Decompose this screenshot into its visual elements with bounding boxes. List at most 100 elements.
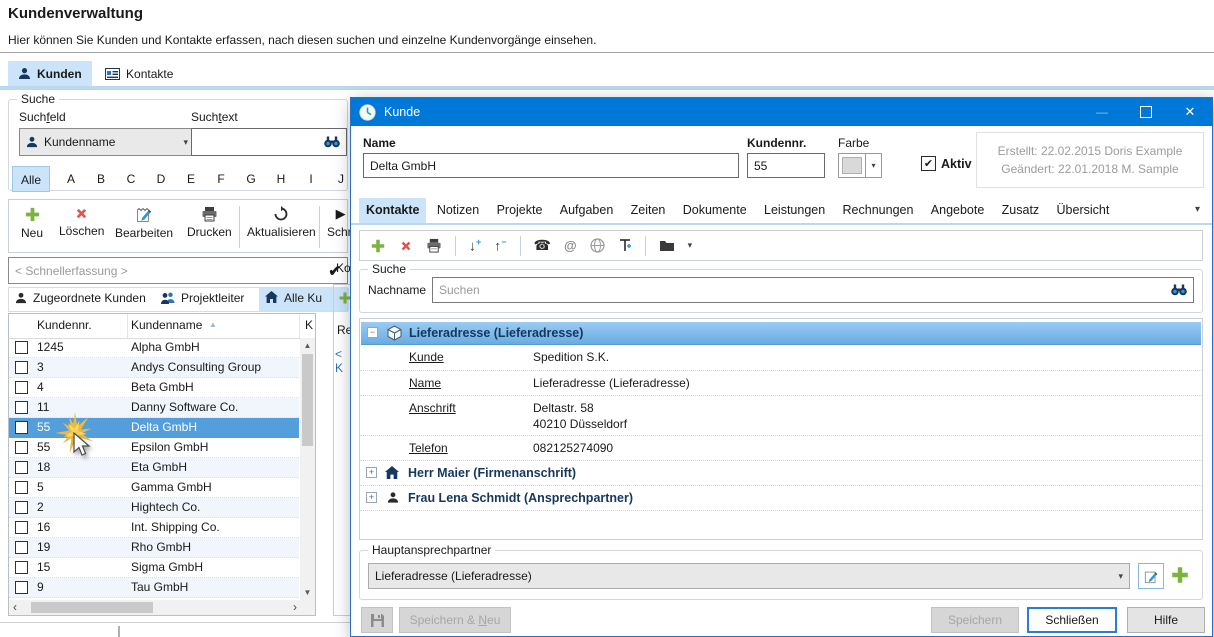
chevron-down-icon[interactable]: ▾: [865, 154, 881, 177]
detail-label-anschrift[interactable]: Anschrift: [409, 401, 456, 415]
column-kundenname[interactable]: Kundenname: [131, 318, 202, 332]
row-checkbox[interactable]: [15, 401, 28, 414]
aktiv-checkbox[interactable]: ✔: [921, 156, 936, 171]
tab-kontakte[interactable]: Kontakte: [359, 198, 426, 223]
save-and-new-button[interactable]: Speichern & Neu: [399, 607, 511, 633]
dialog-titlebar[interactable]: Kunde — ✕: [351, 98, 1212, 126]
binoculars-icon[interactable]: [1171, 284, 1187, 296]
scroll-right-arrow[interactable]: ›: [293, 600, 297, 614]
binoculars-icon[interactable]: [324, 136, 340, 148]
close-dialog-button[interactable]: Schließen: [1027, 607, 1117, 633]
row-checkbox[interactable]: [15, 541, 28, 554]
alpha-alle[interactable]: Alle: [12, 166, 50, 192]
print-icon[interactable]: [426, 238, 442, 253]
import-icon[interactable]: ↓+: [469, 237, 481, 254]
row-checkbox[interactable]: [15, 481, 28, 494]
maximize-button[interactable]: [1124, 98, 1168, 126]
main-contact-combo[interactable]: Lieferadresse (Lieferadresse) ▾: [368, 563, 1130, 589]
alpha-f[interactable]: F: [206, 166, 236, 192]
row-checkbox[interactable]: [15, 341, 28, 354]
name-input[interactable]: Delta GmbH: [363, 153, 739, 178]
row-checkbox[interactable]: [15, 521, 28, 534]
table-row[interactable]: 11Danny Software Co.: [9, 398, 299, 418]
alpha-h[interactable]: H: [266, 166, 296, 192]
scroll-down-arrow[interactable]: ▼: [300, 588, 315, 597]
table-row[interactable]: 15Sigma GmbH: [9, 558, 299, 578]
edit-button[interactable]: Bearbeiten: [115, 206, 173, 240]
tab-kunden[interactable]: Kunden: [8, 61, 92, 86]
detail-label-kunde[interactable]: Kunde: [409, 350, 444, 364]
minimize-button[interactable]: —: [1080, 98, 1124, 126]
row-checkbox[interactable]: [15, 461, 28, 474]
table-row[interactable]: 4Beta GmbH: [9, 378, 299, 398]
vertical-scrollbar[interactable]: ▲ ▼: [300, 338, 315, 600]
save-button[interactable]: Speichern: [931, 607, 1019, 633]
farbe-combo[interactable]: ▾: [838, 153, 882, 178]
search-field-combo[interactable]: Kundenname ▾: [19, 128, 195, 156]
save-icon-button[interactable]: [361, 607, 393, 633]
alpha-e[interactable]: E: [176, 166, 206, 192]
folder-icon[interactable]: [659, 239, 675, 252]
tab-notizen[interactable]: Notizen: [430, 198, 486, 223]
table-row[interactable]: 9Tau GmbH: [9, 578, 299, 598]
tab-kontakte[interactable]: Kontakte: [95, 62, 183, 87]
tab-zusatz[interactable]: Zusatz: [995, 198, 1047, 223]
scroll-left-arrow[interactable]: ‹: [13, 600, 17, 614]
tab-angebote[interactable]: Angebote: [924, 198, 992, 223]
row-checkbox[interactable]: [15, 581, 28, 594]
tab-overflow-chevron[interactable]: ▾: [1195, 204, 1200, 215]
table-row[interactable]: 19Rho GmbH: [9, 538, 299, 558]
print-button[interactable]: Drucken: [187, 206, 232, 239]
tab-leistungen[interactable]: Leistungen: [757, 198, 832, 223]
kundennr-input[interactable]: 55: [747, 153, 825, 178]
email-at-icon[interactable]: @: [564, 238, 577, 253]
expand-icon[interactable]: +: [366, 492, 377, 503]
scrollbar-thumb[interactable]: [302, 354, 313, 446]
globe-icon[interactable]: [590, 238, 605, 253]
table-row[interactable]: 1245Alpha GmbH: [9, 338, 299, 358]
tab-aufgaben[interactable]: Aufgaben: [553, 198, 621, 223]
horizontal-scrollbar[interactable]: ‹ ›: [9, 600, 315, 615]
refresh-button[interactable]: Aktualisieren: [247, 206, 316, 239]
nachname-input[interactable]: Suchen: [432, 277, 1194, 303]
row-checkbox[interactable]: [15, 381, 28, 394]
column-kundennr[interactable]: Kundennr.: [37, 318, 92, 332]
tree-node-selected[interactable]: − Lieferadresse (Lieferadresse): [361, 322, 1201, 345]
tree-node[interactable]: + Frau Lena Schmidt (Ansprechpartner): [360, 485, 1202, 511]
row-checkbox[interactable]: [15, 361, 28, 374]
help-button[interactable]: Hilfe: [1127, 607, 1205, 633]
tab-projektleiter[interactable]: Projektleiter: [161, 291, 244, 305]
tree-node[interactable]: + Herr Maier (Firmenanschrift): [360, 460, 1202, 486]
row-checkbox[interactable]: [15, 501, 28, 514]
table-row[interactable]: 2Hightech Co.: [9, 498, 299, 518]
tab-projekte[interactable]: Projekte: [490, 198, 550, 223]
table-row[interactable]: 16Int. Shipping Co.: [9, 518, 299, 538]
edit-main-contact-button[interactable]: [1138, 563, 1164, 589]
tab-rechnungen[interactable]: Rechnungen: [836, 198, 921, 223]
expand-icon[interactable]: +: [366, 467, 377, 478]
phone-icon[interactable]: ☎: [534, 237, 551, 254]
delete-button[interactable]: Löschen: [59, 206, 104, 238]
tab-dokumente[interactable]: Dokumente: [676, 198, 754, 223]
close-button[interactable]: ✕: [1168, 98, 1212, 126]
folder-dropdown-chevron[interactable]: ▾: [688, 240, 693, 251]
collapse-icon[interactable]: −: [367, 327, 378, 338]
delete-contact-icon[interactable]: [399, 239, 413, 253]
detail-label-telefon[interactable]: Telefon: [409, 441, 448, 455]
horizontal-splitter[interactable]: [0, 622, 350, 623]
scrollbar-thumb[interactable]: [31, 602, 153, 613]
alpha-b[interactable]: B: [86, 166, 116, 192]
table-row[interactable]: 18Eta GmbH: [9, 458, 299, 478]
column-next[interactable]: K: [305, 318, 313, 332]
table-row[interactable]: 5Gamma GmbH: [9, 478, 299, 498]
tab-uebersicht[interactable]: Übersicht: [1050, 198, 1117, 223]
table-row-selected[interactable]: 55Delta GmbH: [9, 418, 299, 438]
add-contact-icon[interactable]: [370, 238, 386, 254]
alpha-d[interactable]: D: [146, 166, 176, 192]
export-icon[interactable]: ↑−: [494, 237, 506, 254]
splitter-grip[interactable]: [118, 626, 120, 637]
quick-entry-input[interactable]: < Schnellerfassung > ✔: [8, 257, 348, 284]
scroll-up-arrow[interactable]: ▲: [300, 341, 315, 350]
table-row[interactable]: 3Andys Consulting Group: [9, 358, 299, 378]
search-text-input[interactable]: [191, 128, 347, 156]
